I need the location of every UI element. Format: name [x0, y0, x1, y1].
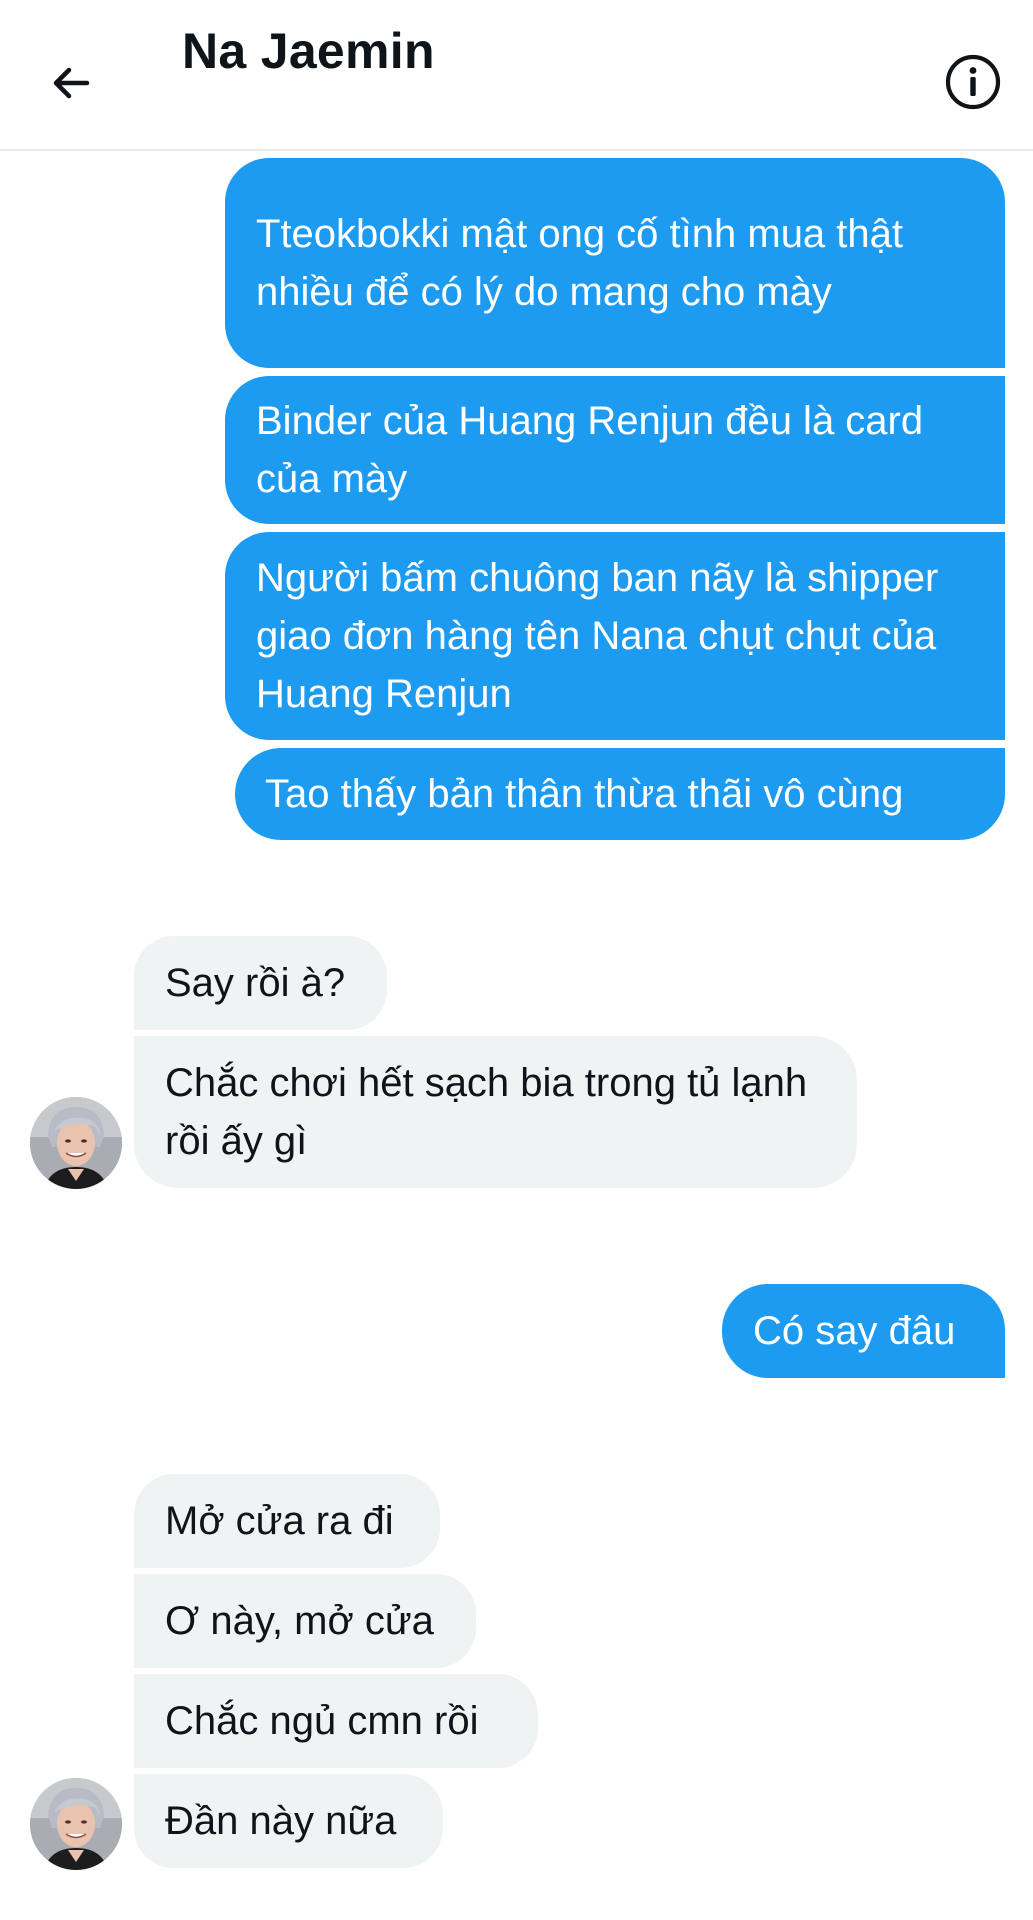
received-message-bubble[interactable]: Mở cửa ra đi [134, 1474, 440, 1568]
message-text: Tao thấy bản thân thừa thãi vô cùng [265, 772, 904, 816]
message-text: Binder của Huang Renjun đều là card của … [256, 399, 924, 501]
back-button[interactable] [38, 50, 104, 116]
message-text: Chắc ngủ cmn rồi [165, 1699, 479, 1743]
contact-avatar[interactable] [30, 1778, 122, 1870]
received-message-bubble[interactable]: Chắc ngủ cmn rồi [134, 1674, 538, 1768]
arrow-left-icon [53, 67, 90, 99]
sent-message-bubble[interactable]: Binder của Huang Renjun đều là card của … [225, 376, 1005, 524]
message-text: Đần này nữa [165, 1799, 397, 1843]
contact-avatar[interactable] [30, 1097, 122, 1189]
message-text: Mở cửa ra đi [165, 1499, 394, 1543]
sent-message-bubble[interactable]: Tteokbokki mật ong cố tình mua thật nhiề… [225, 158, 1005, 368]
message-text: Có say đâu [753, 1309, 956, 1353]
sent-message-bubble[interactable]: Có say đâu [722, 1284, 1005, 1378]
message-text: Say rồi à? [165, 961, 346, 1005]
message-text: Người bấm chuông ban nãy là shipper giao… [256, 556, 939, 716]
received-message-bubble[interactable]: Ơ này, mở cửa [134, 1574, 476, 1668]
conversation-header: Na Jaemin [0, 0, 1033, 151]
avatar-photo [30, 1097, 122, 1189]
sent-message-bubble[interactable]: Người bấm chuông ban nãy là shipper giao… [225, 532, 1005, 740]
info-circle-icon [945, 54, 1001, 110]
avatar-photo [30, 1778, 122, 1870]
message-text: Tteokbokki mật ong cố tình mua thật nhiề… [256, 212, 904, 314]
conversation-title: Na Jaemin [182, 23, 435, 79]
received-message-bubble[interactable]: Đần này nữa [134, 1774, 443, 1868]
message-text: Ơ này, mở cửa [165, 1599, 434, 1643]
received-message-bubble[interactable]: Chắc chơi hết sạch bia trong tủ lạnh rồi… [134, 1036, 857, 1188]
conversation-info-button[interactable] [942, 51, 1004, 113]
sent-message-bubble[interactable]: Tao thấy bản thân thừa thãi vô cùng [235, 748, 1005, 840]
received-message-bubble[interactable]: Say rồi à? [134, 936, 387, 1030]
message-text: Chắc chơi hết sạch bia trong tủ lạnh rồi… [165, 1061, 808, 1163]
